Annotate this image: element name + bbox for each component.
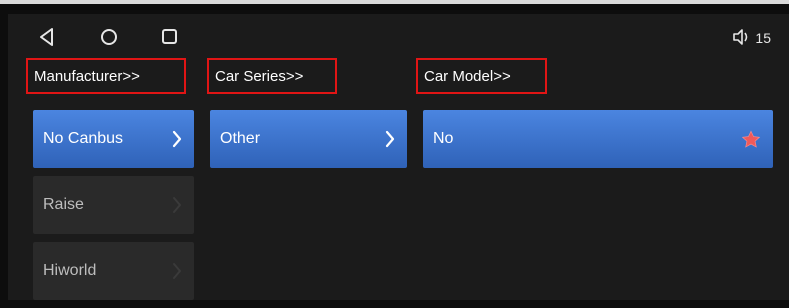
manufacturer-list: No Canbus Raise Hiworld — [33, 110, 194, 308]
car-series-header: Car Series>> — [207, 58, 337, 94]
list-item-label: No Canbus — [43, 130, 124, 147]
car-series-list: Other — [210, 110, 407, 176]
model-item-no[interactable]: No — [423, 110, 773, 168]
screen: 15 Manufacturer>> Car Series>> Car Model… — [8, 14, 789, 300]
chevron-right-icon — [172, 130, 182, 148]
chevron-right-icon — [172, 262, 182, 280]
chevron-right-icon — [172, 196, 182, 214]
manufacturer-header: Manufacturer>> — [26, 58, 186, 94]
series-item-other[interactable]: Other — [210, 110, 407, 168]
list-item-label: Other — [220, 130, 261, 147]
car-model-header: Car Model>> — [416, 58, 547, 94]
volume-level: 15 — [755, 30, 771, 46]
list-item-label: No — [433, 130, 454, 147]
manufacturer-item-raise[interactable]: Raise — [33, 176, 194, 234]
back-icon[interactable] — [38, 26, 54, 48]
manufacturer-item-no-canbus[interactable]: No Canbus — [33, 110, 194, 168]
chevron-right-icon — [385, 130, 395, 148]
manufacturer-header-label: Manufacturer>> — [34, 67, 140, 85]
manufacturer-item-hiworld[interactable]: Hiworld — [33, 242, 194, 300]
speaker-icon — [732, 28, 755, 49]
car-model-header-label: Car Model>> — [424, 67, 511, 85]
favorite-star-icon[interactable] — [741, 129, 761, 149]
volume-indicator[interactable]: 15 — [732, 28, 771, 48]
car-model-list: No — [423, 110, 773, 176]
top-edge-line — [0, 0, 789, 4]
list-item-label: Raise — [43, 196, 84, 213]
home-icon[interactable] — [99, 26, 119, 48]
recents-icon[interactable] — [161, 26, 179, 48]
list-item-label: Hiworld — [43, 262, 97, 279]
car-series-header-label: Car Series>> — [215, 67, 304, 85]
